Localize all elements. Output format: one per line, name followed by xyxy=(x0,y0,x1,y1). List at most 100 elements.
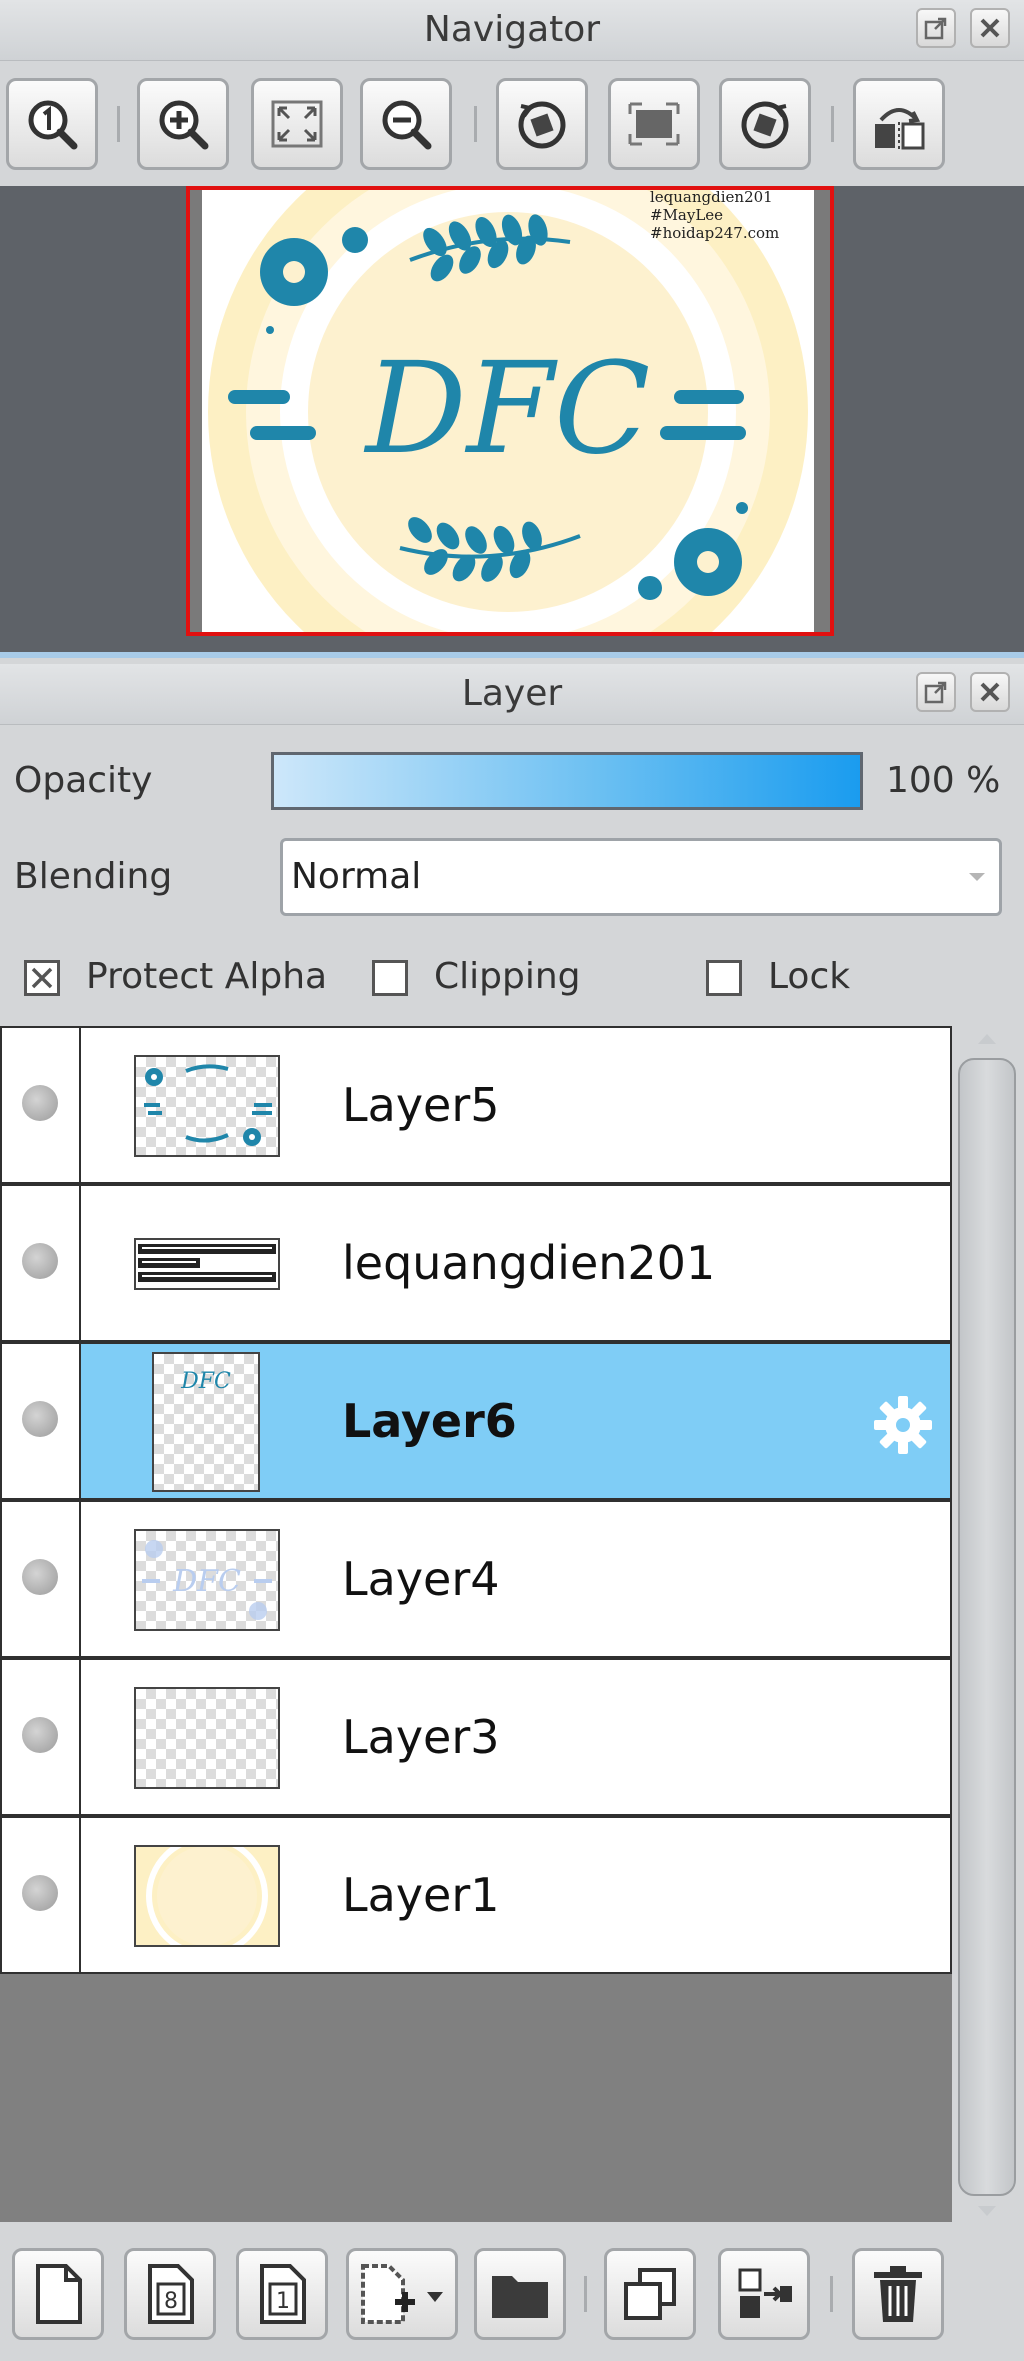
layer-titlebar: Layer xyxy=(0,664,1024,725)
add-page-dropdown-icon xyxy=(361,2264,443,2324)
duplicate-layer-button[interactable] xyxy=(604,2248,696,2340)
undock-button[interactable] xyxy=(916,8,956,48)
opacity-slider[interactable] xyxy=(271,752,863,810)
visibility-dot-icon xyxy=(22,1717,58,1753)
preview-watermark-line-3: #hoidap247.com xyxy=(650,224,779,242)
blending-value: Normal xyxy=(291,856,422,897)
merge-down-button[interactable] xyxy=(718,2248,810,2340)
panel-divider xyxy=(0,652,1024,658)
folder-icon xyxy=(492,2276,548,2318)
close-icon xyxy=(980,682,1000,702)
checkbox-x-icon xyxy=(31,967,53,989)
layer-visibility-toggle[interactable] xyxy=(2,1818,81,1972)
layer-name: Layer1 xyxy=(342,1868,500,1922)
fit-window-icon xyxy=(271,100,323,148)
layer-panel-title: Layer xyxy=(461,673,563,714)
layer-name: lequangdien201 xyxy=(342,1236,716,1290)
svg-text:DFC: DFC xyxy=(172,1564,241,1599)
zoom-actual-size-button[interactable] xyxy=(6,78,98,170)
layer-visibility-toggle[interactable] xyxy=(2,1028,81,1182)
layer-row-layer5[interactable]: Layer5 xyxy=(0,1026,952,1184)
layer-close-button[interactable] xyxy=(970,672,1010,712)
layer-row-layer1[interactable]: Layer1 xyxy=(0,1816,952,1974)
scroll-down-arrow-icon[interactable] xyxy=(976,2204,998,2218)
reset-view-icon xyxy=(628,102,680,146)
layer-thumbnail: DFC xyxy=(152,1352,260,1492)
rotate-left-button[interactable] xyxy=(496,78,588,170)
layer-row-layer3[interactable]: Layer3 xyxy=(0,1658,952,1816)
reset-rotation-button[interactable] xyxy=(608,78,700,170)
fit-to-window-button[interactable] xyxy=(251,78,343,170)
layer-undock-button[interactable] xyxy=(916,672,956,712)
toolbar-separator xyxy=(474,106,477,142)
layer-row-layer4[interactable]: DFC Layer4 xyxy=(0,1500,952,1658)
scrollbar-thumb[interactable] xyxy=(958,1058,1016,2196)
zoom-out-icon xyxy=(382,100,432,150)
navigator-titlebar: Navigator xyxy=(0,0,1024,61)
protect-alpha-label: Protect Alpha xyxy=(86,956,328,997)
visibility-dot-icon xyxy=(22,1875,58,1911)
chevron-down-icon xyxy=(969,873,985,881)
opacity-value: 100 % xyxy=(886,760,1001,801)
duplicate-icon xyxy=(624,2268,676,2320)
new-8bit-layer-button[interactable]: 8 xyxy=(124,2248,216,2340)
page-1-icon: 1 xyxy=(260,2264,306,2324)
layer-thumbnail-art: DFC xyxy=(180,1369,231,1394)
layer-visibility-toggle[interactable] xyxy=(2,1186,81,1340)
merge-down-icon xyxy=(738,2268,792,2318)
gear-icon[interactable] xyxy=(868,1390,938,1460)
layer-thumbnail xyxy=(134,1687,280,1789)
close-button[interactable] xyxy=(970,8,1010,48)
layer-list-empty-area xyxy=(0,1982,952,2222)
new-layer-button[interactable] xyxy=(12,2248,104,2340)
clipping-checkbox[interactable] xyxy=(372,960,408,996)
layer-visibility-toggle[interactable] xyxy=(2,1344,81,1498)
svg-text:DFC: DFC xyxy=(180,1369,231,1394)
undock-icon xyxy=(924,17,947,40)
layer-thumbnail xyxy=(134,1055,280,1157)
scroll-up-arrow-icon[interactable] xyxy=(976,1032,998,1046)
canvas-preview: DFC lequangdien201 #MayLee #hoidap247.co… xyxy=(190,190,830,632)
zoom-in-button[interactable] xyxy=(137,78,229,170)
layer-name: Layer4 xyxy=(342,1552,500,1606)
new-page-icon xyxy=(36,2264,82,2324)
lock-checkbox[interactable] xyxy=(706,960,742,996)
zoom-out-button[interactable] xyxy=(360,78,452,170)
new-folder-button[interactable] xyxy=(474,2248,566,2340)
opacity-label: Opacity xyxy=(14,760,153,801)
layer-row-lequangdien201[interactable]: lequangdien201 xyxy=(0,1184,952,1342)
trash-icon xyxy=(874,2266,922,2322)
toolbar-separator xyxy=(117,106,120,142)
preview-watermark-line-1: lequangdien201 xyxy=(650,190,773,206)
clipping-label: Clipping xyxy=(434,956,581,997)
rotate-right-button[interactable] xyxy=(719,78,811,170)
layer-thumbnail: DFC xyxy=(134,1529,280,1631)
layer-visibility-toggle[interactable] xyxy=(2,1660,81,1814)
rotate-left-icon xyxy=(518,101,566,149)
visibility-dot-icon xyxy=(22,1401,58,1437)
preview-main-text: DFC xyxy=(364,335,651,482)
layer-list-scrollbar[interactable] xyxy=(952,1026,1024,2222)
lock-label: Lock xyxy=(768,956,851,997)
new-layer-menu-button[interactable] xyxy=(346,2248,458,2340)
close-icon xyxy=(980,18,1000,38)
layer-row-layer6[interactable]: DFC Layer6 xyxy=(0,1342,952,1500)
toolbar-separator xyxy=(830,2276,833,2312)
layer-thumbnail xyxy=(134,1845,280,1947)
navigator-title: Navigator xyxy=(423,9,601,50)
visibility-dot-icon xyxy=(22,1559,58,1595)
blending-label: Blending xyxy=(14,856,173,897)
new-1bit-layer-button[interactable]: 1 xyxy=(236,2248,328,2340)
delete-layer-button[interactable] xyxy=(852,2248,944,2340)
flip-horizontal-button[interactable] xyxy=(853,78,945,170)
layer-visibility-toggle[interactable] xyxy=(2,1502,81,1656)
page-8-text: 8 xyxy=(164,2289,178,2314)
navigator-preview-area[interactable]: DFC lequangdien201 #MayLee #hoidap247.co… xyxy=(0,186,1024,652)
zoom-in-icon xyxy=(159,100,209,150)
layer-thumbnail-art xyxy=(136,1847,278,1945)
protect-alpha-checkbox[interactable] xyxy=(24,960,60,996)
layer-thumbnail-art xyxy=(136,1240,278,1288)
navigator-view-frame[interactable]: DFC lequangdien201 #MayLee #hoidap247.co… xyxy=(186,186,834,636)
visibility-dot-icon xyxy=(22,1085,58,1121)
blending-select[interactable]: Normal xyxy=(280,838,1002,916)
